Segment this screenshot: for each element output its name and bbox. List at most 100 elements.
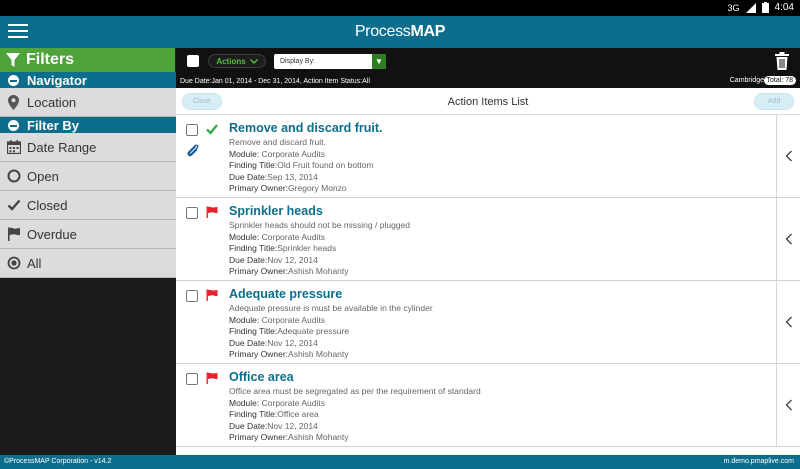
expand-chevron[interactable] — [776, 281, 800, 363]
expand-chevron[interactable] — [776, 115, 800, 197]
filter-summary-bar: Due Date:Jan 01, 2014 - Dec 31, 2014, Ac… — [176, 74, 800, 88]
item-finding: Finding Title:Sprinkler heads — [229, 243, 337, 254]
signal-icon — [745, 2, 756, 13]
filter-label: Date Range — [27, 139, 97, 155]
action-items-list: Remove and discard fruit. Remove and dis… — [176, 115, 800, 455]
list-item[interactable]: Remove and discard fruit. Remove and dis… — [176, 115, 800, 198]
select-all-checkbox[interactable] — [187, 55, 199, 67]
item-module: Module: Corporate Audits — [229, 314, 325, 325]
item-finding: Finding Title:Office area — [229, 409, 319, 420]
item-title[interactable]: Sprinkler heads — [229, 204, 770, 218]
item-description: Office area must be segregated as per th… — [229, 386, 481, 396]
filterby-title: Filter By — [27, 117, 80, 133]
system-status-bar: 3G 4:04 — [0, 0, 800, 16]
item-checkbox[interactable] — [186, 373, 198, 385]
item-module: Module: Corporate Audits — [229, 148, 325, 159]
total-badge: Total: 78 — [763, 76, 796, 85]
display-by-select[interactable]: Display By: ▼ — [274, 54, 386, 69]
attachment-icon[interactable] — [186, 143, 200, 157]
location-pin-icon — [6, 94, 21, 110]
item-due-date: Due Date:Nov 12, 2014 — [229, 337, 318, 348]
list-toolbar: Actions Display By: ▼ — [176, 48, 800, 74]
app-header: ProcessMAP — [0, 16, 800, 48]
list-item[interactable]: Sprinkler heads Sprinkler heads should n… — [176, 198, 800, 281]
filter-label: Open — [27, 168, 59, 184]
trash-icon[interactable] — [774, 52, 790, 70]
closed-check-icon — [206, 124, 218, 135]
collapse-icon — [8, 119, 19, 131]
actions-label: Actions — [216, 56, 246, 66]
filter-label: All — [27, 255, 42, 271]
overdue-flag-icon — [206, 372, 218, 384]
item-due-date: Due Date:Sep 13, 2014 — [229, 171, 318, 182]
item-checkbox[interactable] — [186, 124, 198, 136]
filters-title: Filters — [26, 51, 75, 68]
clock: 4:04 — [774, 2, 794, 13]
copyright-text: ©ProcessMAP Corporation - v14.2 — [4, 458, 112, 465]
filter-label: Closed — [27, 197, 68, 213]
item-finding: Finding Title:Adequate pressure — [229, 326, 350, 337]
app-footer: ©ProcessMAP Corporation - v14.2 m.demo.p… — [0, 455, 800, 469]
item-title[interactable]: Office area — [229, 370, 770, 384]
filter-summary: Due Date:Jan 01, 2014 - Dec 31, 2014, Ac… — [180, 77, 370, 85]
item-owner: Primary Owner:Ashish Mohanty — [229, 432, 349, 443]
filter-all[interactable]: All — [0, 249, 176, 278]
navigator-title: Navigator — [27, 72, 87, 88]
circle-icon — [6, 169, 21, 184]
location-name: Cambridge — [729, 77, 764, 84]
item-checkbox[interactable] — [186, 290, 198, 302]
item-due-date: Due Date:Nov 12, 2014 — [229, 420, 318, 431]
item-description: Sprinkler heads should not be missing / … — [229, 220, 410, 230]
radio-dot-icon — [6, 256, 21, 271]
expand-chevron[interactable] — [776, 364, 800, 446]
item-owner: Primary Owner:Ashish Mohanty — [229, 266, 349, 277]
filter-sidebar: Filters Navigator Location Filter By Dat… — [0, 48, 176, 455]
chevron-left-icon — [785, 150, 792, 162]
item-module: Module: Corporate Audits — [229, 231, 325, 242]
chevron-down-icon — [249, 58, 258, 64]
filter-date-range[interactable]: Date Range — [0, 133, 176, 162]
navigator-header[interactable]: Navigator — [0, 72, 176, 88]
add-button[interactable]: Add — [754, 93, 794, 110]
dropdown-arrow-icon: ▼ — [372, 54, 386, 69]
chevron-left-icon — [785, 316, 792, 328]
location-item[interactable]: Location — [0, 88, 176, 117]
list-item[interactable]: Adequate pressure Adequate pressure is m… — [176, 281, 800, 364]
item-owner: Primary Owner:Ashish Mohanty — [229, 349, 349, 360]
overdue-flag-icon — [206, 206, 218, 218]
item-description: Remove and discard fruit. — [229, 137, 326, 147]
app-logo: ProcessMAP — [354, 23, 446, 40]
collapse-icon — [8, 74, 19, 86]
battery-icon — [761, 2, 769, 13]
signal-label: 3G — [727, 2, 740, 13]
item-owner: Primary Owner:Gregory Monzo — [229, 183, 347, 194]
item-checkbox[interactable] — [186, 207, 198, 219]
filter-open[interactable]: Open — [0, 162, 176, 191]
filter-overdue[interactable]: Overdue — [0, 220, 176, 249]
funnel-icon — [6, 53, 20, 67]
item-module: Module: Corporate Audits — [229, 397, 325, 408]
calendar-icon — [6, 140, 21, 155]
expand-chevron[interactable] — [776, 198, 800, 280]
chevron-left-icon — [785, 399, 792, 411]
item-due-date: Due Date:Nov 12, 2014 — [229, 254, 318, 265]
list-title: Action Items List — [447, 96, 529, 108]
filterby-header[interactable]: Filter By — [0, 117, 176, 133]
item-finding: Finding Title:Old Fruit found on bottom — [229, 160, 374, 171]
list-item[interactable]: Office area Office area must be segregat… — [176, 364, 800, 447]
location-label: Location — [27, 94, 77, 110]
display-by-label: Display By: — [280, 58, 316, 65]
checkmark-icon — [6, 198, 21, 213]
item-title[interactable]: Adequate pressure — [229, 287, 770, 301]
filter-closed[interactable]: Closed — [0, 191, 176, 220]
actions-button[interactable]: Actions — [208, 54, 266, 68]
item-title[interactable]: Remove and discard fruit. — [229, 121, 770, 135]
chevron-left-icon — [785, 233, 792, 245]
overdue-flag-icon — [206, 289, 218, 301]
flag-icon — [6, 227, 21, 242]
list-header: Close Action Items List Add — [176, 88, 800, 115]
filter-label: Overdue — [27, 226, 77, 242]
item-description: Adequate pressure is must be available i… — [229, 303, 433, 313]
server-domain: m.demo.pmaplive.com — [723, 458, 794, 465]
filters-header: Filters — [0, 48, 176, 72]
